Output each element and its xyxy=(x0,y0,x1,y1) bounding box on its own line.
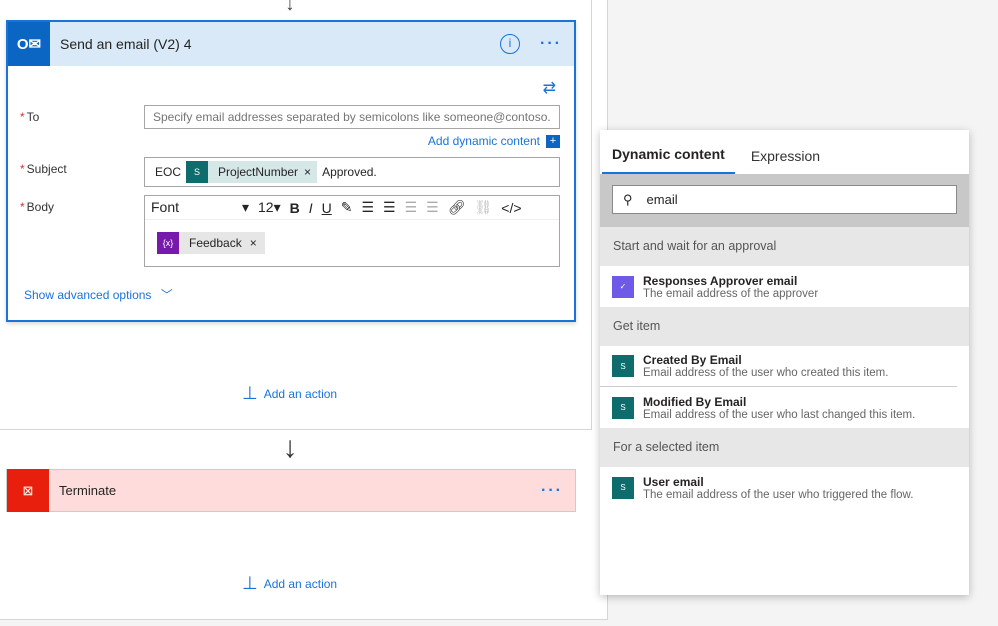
remove-token-icon[interactable]: × xyxy=(250,236,265,250)
remove-token-icon[interactable]: × xyxy=(304,165,317,179)
card-title: Send an email (V2) 4 xyxy=(60,36,192,52)
list-item[interactable]: S Modified By Email Email address of the u… xyxy=(600,387,969,428)
underline-icon[interactable]: U xyxy=(322,200,332,216)
body-label: * Body xyxy=(20,200,55,214)
subject-input[interactable]: EOC S ProjectNumber × Approved. xyxy=(144,157,560,187)
highlight-icon[interactable]: ✎ xyxy=(341,199,353,216)
sharepoint-icon: S xyxy=(612,396,634,419)
list-item[interactable]: ✓ Responses Approver email The email addre… xyxy=(600,266,969,307)
bold-icon[interactable]: B xyxy=(290,200,300,216)
add-action-button[interactable]: ⊥ Add an action xyxy=(242,573,337,594)
subject-text: Approved. xyxy=(322,165,377,179)
arrow-down-icon: ↓ xyxy=(285,0,295,14)
body-editor[interactable]: Font ▾ 12▾ BIU ✎ ☰ ☰ ☰ ☰ 🔗︎ ⛓ </> {x} Feedback × xyxy=(144,195,560,267)
sharepoint-icon: S xyxy=(612,355,634,377)
search-input[interactable]: ⚲ email xyxy=(612,185,957,214)
plus-icon: + xyxy=(546,134,560,148)
list-item[interactable]: S Created By Email Email address of the us… xyxy=(600,346,957,387)
arrow-down-icon: ↓ xyxy=(282,431,298,464)
terminate-icon: ⊠ xyxy=(7,469,49,512)
size-select[interactable]: 12▾ xyxy=(258,199,281,216)
approvals-icon: ✓ xyxy=(612,275,634,298)
send-email-card: O✉ Send an email (V2) 4 i ··· ⇄ *To Add … xyxy=(6,20,576,322)
feedback-token[interactable]: {x} Feedback × xyxy=(157,232,265,254)
search-icon: ⚲ xyxy=(623,191,633,207)
subject-label: * Subject xyxy=(20,162,67,176)
outdent-icon[interactable]: ☰ xyxy=(426,199,439,216)
subject-text: EOC xyxy=(155,165,182,179)
outlook-icon: O✉ xyxy=(8,22,50,66)
more-options-icon[interactable]: ··· xyxy=(540,35,562,53)
chevron-down-icon: ﹀ xyxy=(160,288,173,302)
tab-dynamic-content[interactable]: Dynamic content xyxy=(602,146,735,174)
link-icon[interactable]: 🔗︎ xyxy=(448,199,466,216)
add-action-icon: ⊥ xyxy=(242,573,258,593)
add-dynamic-content-link[interactable]: Add dynamic content + xyxy=(428,134,560,148)
indent-icon[interactable]: ☰ xyxy=(405,199,418,216)
font-select[interactable]: Font ▾ xyxy=(151,199,249,216)
code-view-icon[interactable]: </> xyxy=(501,200,521,216)
variable-icon: {x} xyxy=(157,232,179,254)
add-dynamic-label: Add dynamic content xyxy=(427,134,540,148)
dynamic-content-panel: Dynamic content Expression ⚲ email Start … xyxy=(600,130,969,595)
italic-icon[interactable]: I xyxy=(309,200,313,216)
group-header: For a selected item xyxy=(600,428,969,467)
to-input[interactable] xyxy=(144,105,560,129)
token-label: ProjectNumber xyxy=(218,165,299,179)
show-advanced-options[interactable]: Show advanced options ﹀ xyxy=(24,286,173,303)
more-options-icon[interactable]: ··· xyxy=(541,482,563,500)
editor-toolbar: Font ▾ 12▾ BIU ✎ ☰ ☰ ☰ ☰ 🔗︎ ⛓ </> xyxy=(145,196,559,220)
group-header: Start and wait for an approval xyxy=(600,227,969,266)
swap-icon[interactable]: ⇄ xyxy=(543,78,556,98)
info-icon[interactable]: i xyxy=(500,34,521,54)
list-item[interactable]: S User email The email address of the user… xyxy=(600,467,969,508)
sharepoint-icon: S xyxy=(612,476,634,499)
add-action-button[interactable]: ⊥ Add an action xyxy=(242,383,337,404)
bullet-list-icon[interactable]: ☰ xyxy=(383,199,396,216)
unlink-icon[interactable]: ⛓ xyxy=(475,199,493,216)
group-header: Get item xyxy=(600,307,969,346)
token-label: Feedback xyxy=(189,236,242,250)
numbered-list-icon[interactable]: ☰ xyxy=(361,199,374,216)
add-action-icon: ⊥ xyxy=(242,383,258,403)
sharepoint-icon: S xyxy=(186,161,209,183)
tab-expression[interactable]: Expression xyxy=(741,148,830,174)
terminate-card[interactable]: ⊠ Terminate ··· xyxy=(6,469,576,512)
to-label: * To xyxy=(20,110,40,124)
project-number-token[interactable]: S ProjectNumber × xyxy=(186,161,318,183)
card-header[interactable]: O✉ Send an email (V2) 4 i ··· xyxy=(8,22,574,66)
terminate-title: Terminate xyxy=(59,483,117,498)
